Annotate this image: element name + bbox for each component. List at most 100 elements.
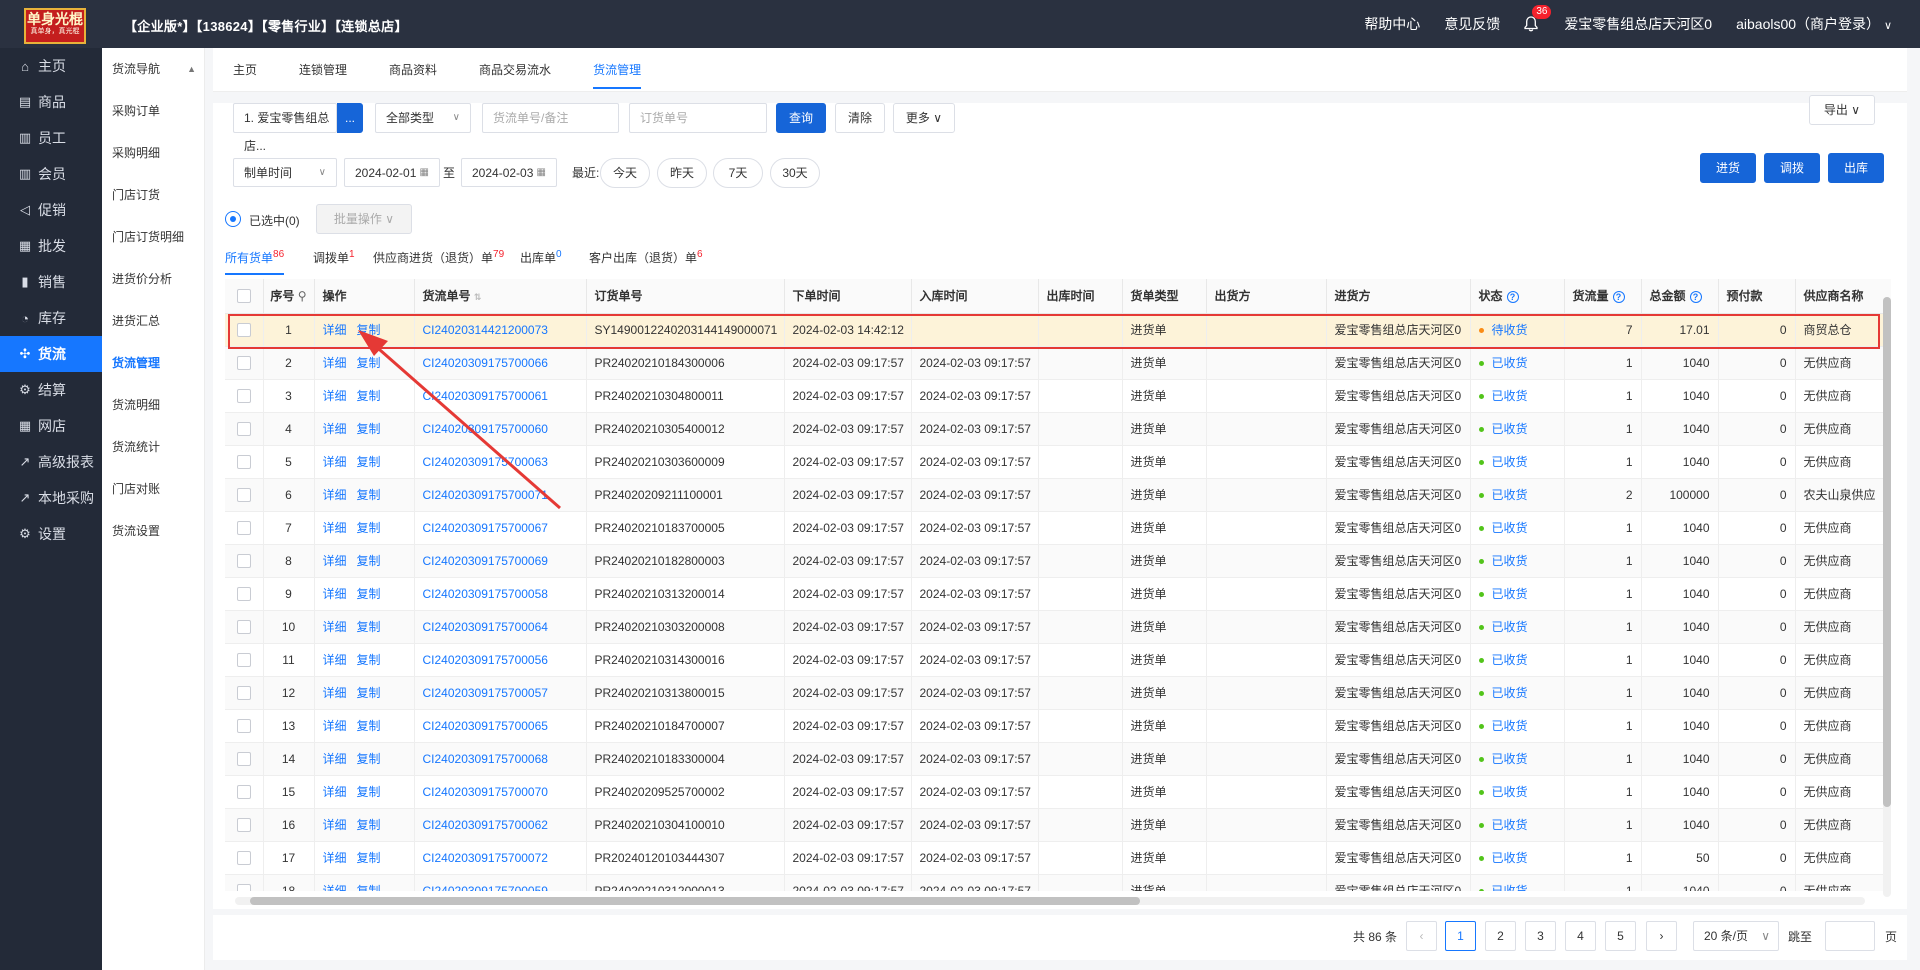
- row-checkbox-cell[interactable]: [225, 709, 264, 743]
- subnav-item[interactable]: 门店订货: [102, 174, 204, 216]
- row-checkbox-cell[interactable]: [225, 412, 264, 446]
- status-text[interactable]: 已收货: [1492, 752, 1528, 766]
- table-row[interactable]: 10 详细 复制 CI24020309175700064 PR2402021030320…: [225, 610, 1891, 644]
- clear-button[interactable]: 清除: [835, 103, 885, 133]
- stock-out-button[interactable]: 出库: [1828, 153, 1884, 183]
- copy-link[interactable]: 复制: [357, 521, 381, 535]
- horizontal-scroll-thumb[interactable]: [250, 897, 1140, 905]
- row-checkbox[interactable]: [236, 784, 251, 799]
- type-tab[interactable]: 客户出库（退货）单6: [589, 249, 703, 266]
- selected-radio[interactable]: [225, 211, 241, 227]
- table-row[interactable]: 3 详细 复制 CI24020309175700061 PR24020210304800…: [225, 379, 1891, 413]
- copy-link[interactable]: 复制: [357, 851, 381, 865]
- page-tab[interactable]: 连锁管理: [299, 48, 347, 92]
- copy-link[interactable]: 复制: [357, 752, 381, 766]
- help-icon[interactable]: ?: [1506, 291, 1519, 304]
- flow-number-link[interactable]: CI24020309175700066: [414, 346, 587, 380]
- table-row[interactable]: 15 详细 复制 CI24020309175700070 PR2402020952570…: [225, 775, 1891, 809]
- row-checkbox-cell[interactable]: [225, 676, 264, 710]
- copy-link[interactable]: 复制: [357, 488, 381, 502]
- row-checkbox[interactable]: [236, 322, 251, 337]
- table-row[interactable]: 17 详细 复制 CI24020309175700072 PR2024012010344…: [225, 841, 1891, 875]
- copy-link[interactable]: 复制: [357, 884, 381, 891]
- row-checkbox[interactable]: [236, 586, 251, 601]
- store-select[interactable]: 1. 爱宝零售组总店...: [233, 103, 337, 153]
- detail-link[interactable]: 详细: [323, 818, 347, 832]
- status-text[interactable]: 已收货: [1492, 587, 1528, 601]
- row-checkbox[interactable]: [236, 817, 251, 832]
- copy-link[interactable]: 复制: [357, 686, 381, 700]
- jump-page-input[interactable]: [1825, 921, 1875, 951]
- brand-logo[interactable]: 单身光棍 真单身，真光棍: [24, 8, 86, 44]
- table-row[interactable]: 1 详细 复制 CI24020314421200073 SY14900122402031…: [225, 313, 1891, 347]
- row-checkbox[interactable]: [236, 553, 251, 568]
- batch-operation-button[interactable]: 批量操作 ∨: [316, 204, 412, 234]
- export-button[interactable]: 导出 ∨: [1809, 95, 1875, 125]
- flow-number-link[interactable]: CI24020309175700069: [414, 544, 587, 578]
- flow-number-link[interactable]: CI24020309175700057: [414, 676, 587, 710]
- sidebar-item-staff[interactable]: ▥ 员工: [0, 120, 102, 156]
- detail-link[interactable]: 详细: [323, 554, 347, 568]
- copy-link[interactable]: 复制: [357, 653, 381, 667]
- quick-today-button[interactable]: 今天: [600, 158, 650, 188]
- status-text[interactable]: 已收货: [1492, 389, 1528, 403]
- copy-link[interactable]: 复制: [357, 620, 381, 634]
- sidebar-item-flow[interactable]: ✣ 货流: [0, 336, 102, 372]
- help-center-link[interactable]: 帮助中心: [1364, 14, 1420, 34]
- sidebar-item-stock[interactable]: ◔ 库存: [0, 300, 102, 336]
- page-number-button[interactable]: 2: [1485, 921, 1516, 951]
- select-all-header[interactable]: [225, 279, 264, 314]
- flow-number-link[interactable]: CI24020309175700063: [414, 445, 587, 479]
- table-row[interactable]: 4 详细 复制 CI24020309175700060 PR24020210305400…: [225, 412, 1891, 446]
- flow-number-link[interactable]: CI24020309175700058: [414, 577, 587, 611]
- table-row[interactable]: 9 详细 复制 CI24020309175700058 PR24020210313200…: [225, 577, 1891, 611]
- row-checkbox[interactable]: [236, 454, 251, 469]
- date-from-input[interactable]: 2024-02-01 ▦: [344, 158, 440, 187]
- subnav-item[interactable]: 门店对账: [102, 468, 204, 510]
- table-row[interactable]: 7 详细 复制 CI24020309175700067 PR24020210183700…: [225, 511, 1891, 545]
- table-row[interactable]: 12 详细 复制 CI24020309175700057 PR2402021031380…: [225, 676, 1891, 710]
- row-checkbox[interactable]: [236, 718, 251, 733]
- row-checkbox[interactable]: [236, 487, 251, 502]
- sidebar-item-purchase[interactable]: ↗ 本地采购: [0, 480, 102, 516]
- flow-number-link[interactable]: CI24020309175700067: [414, 511, 587, 545]
- flow-number-link[interactable]: CI24020309175700060: [414, 412, 587, 446]
- subnav-item[interactable]: 门店订货明细: [102, 216, 204, 258]
- type-select[interactable]: 全部类型 ∨: [375, 103, 471, 133]
- flow-number-link[interactable]: CI24020309175700061: [414, 379, 587, 413]
- sidebar-item-home[interactable]: ⌂ 主页: [0, 48, 102, 84]
- copy-link[interactable]: 复制: [357, 818, 381, 832]
- detail-link[interactable]: 详细: [323, 389, 347, 403]
- status-text[interactable]: 已收货: [1492, 851, 1528, 865]
- sidebar-item-wholesale[interactable]: ▦ 批发: [0, 228, 102, 264]
- sidebar-item-settle[interactable]: ⚙ 结算: [0, 372, 102, 408]
- status-text[interactable]: 已收货: [1492, 785, 1528, 799]
- row-checkbox-cell[interactable]: [225, 445, 264, 479]
- detail-link[interactable]: 详细: [323, 587, 347, 601]
- page-number-button[interactable]: 1: [1445, 921, 1476, 951]
- page-number-button[interactable]: 3: [1525, 921, 1556, 951]
- copy-link[interactable]: 复制: [357, 356, 381, 370]
- row-checkbox-cell[interactable]: [225, 643, 264, 677]
- row-checkbox-cell[interactable]: [225, 577, 264, 611]
- status-text[interactable]: 待收货: [1492, 323, 1528, 337]
- date-to-input[interactable]: 2024-02-03 ▦: [461, 158, 557, 187]
- quick-7days-button[interactable]: 7天: [713, 158, 763, 188]
- row-checkbox-cell[interactable]: [225, 544, 264, 578]
- row-checkbox-cell[interactable]: [225, 808, 264, 842]
- row-checkbox[interactable]: [236, 619, 251, 634]
- detail-link[interactable]: 详细: [323, 785, 347, 799]
- type-tab[interactable]: 出库单0: [520, 249, 562, 266]
- help-icon[interactable]: ?: [1612, 291, 1625, 304]
- status-text[interactable]: 已收货: [1492, 686, 1528, 700]
- query-button[interactable]: 查询: [776, 103, 826, 133]
- row-checkbox[interactable]: [236, 883, 251, 891]
- feedback-link[interactable]: 意见反馈: [1444, 14, 1500, 34]
- row-checkbox-cell[interactable]: [225, 610, 264, 644]
- detail-link[interactable]: 详细: [323, 851, 347, 865]
- table-row[interactable]: 13 详细 复制 CI24020309175700065 PR2402021018470…: [225, 709, 1891, 743]
- type-tab[interactable]: 所有货单86: [225, 249, 285, 275]
- copy-link[interactable]: 复制: [357, 554, 381, 568]
- more-button[interactable]: 更多 ∨: [893, 103, 955, 133]
- detail-link[interactable]: 详细: [323, 356, 347, 370]
